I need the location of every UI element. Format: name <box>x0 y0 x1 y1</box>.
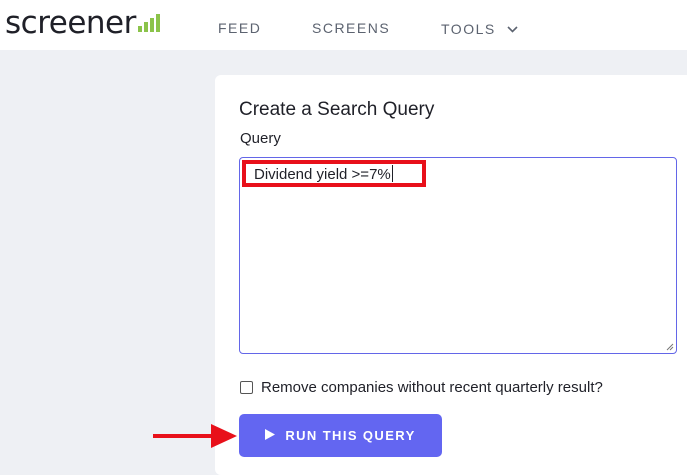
remove-companies-label[interactable]: Remove companies without recent quarterl… <box>261 379 603 396</box>
resize-grip-icon[interactable] <box>666 343 674 351</box>
nav-feed[interactable]: FEED <box>218 20 261 36</box>
top-navbar: screener FEED SCREENS TOOLS <box>0 0 687 50</box>
play-icon <box>265 428 276 443</box>
chevron-down-icon <box>507 20 518 36</box>
logo-text: screener <box>5 5 136 41</box>
query-label: Query <box>240 130 281 147</box>
screener-logo[interactable]: screener <box>5 6 160 40</box>
page-title: Create a Search Query <box>239 99 435 120</box>
nav-screens[interactable]: SCREENS <box>312 20 390 36</box>
bar-chart-icon <box>137 14 160 32</box>
highlight-box-annotation <box>242 160 426 187</box>
run-query-button[interactable]: RUN THIS QUERY <box>239 414 442 457</box>
remove-companies-checkbox[interactable] <box>240 381 253 394</box>
arrow-annotation-icon <box>153 424 237 448</box>
nav-tools[interactable]: TOOLS <box>441 20 518 37</box>
run-query-label: RUN THIS QUERY <box>285 428 416 443</box>
nav-tools-label: TOOLS <box>441 21 496 37</box>
